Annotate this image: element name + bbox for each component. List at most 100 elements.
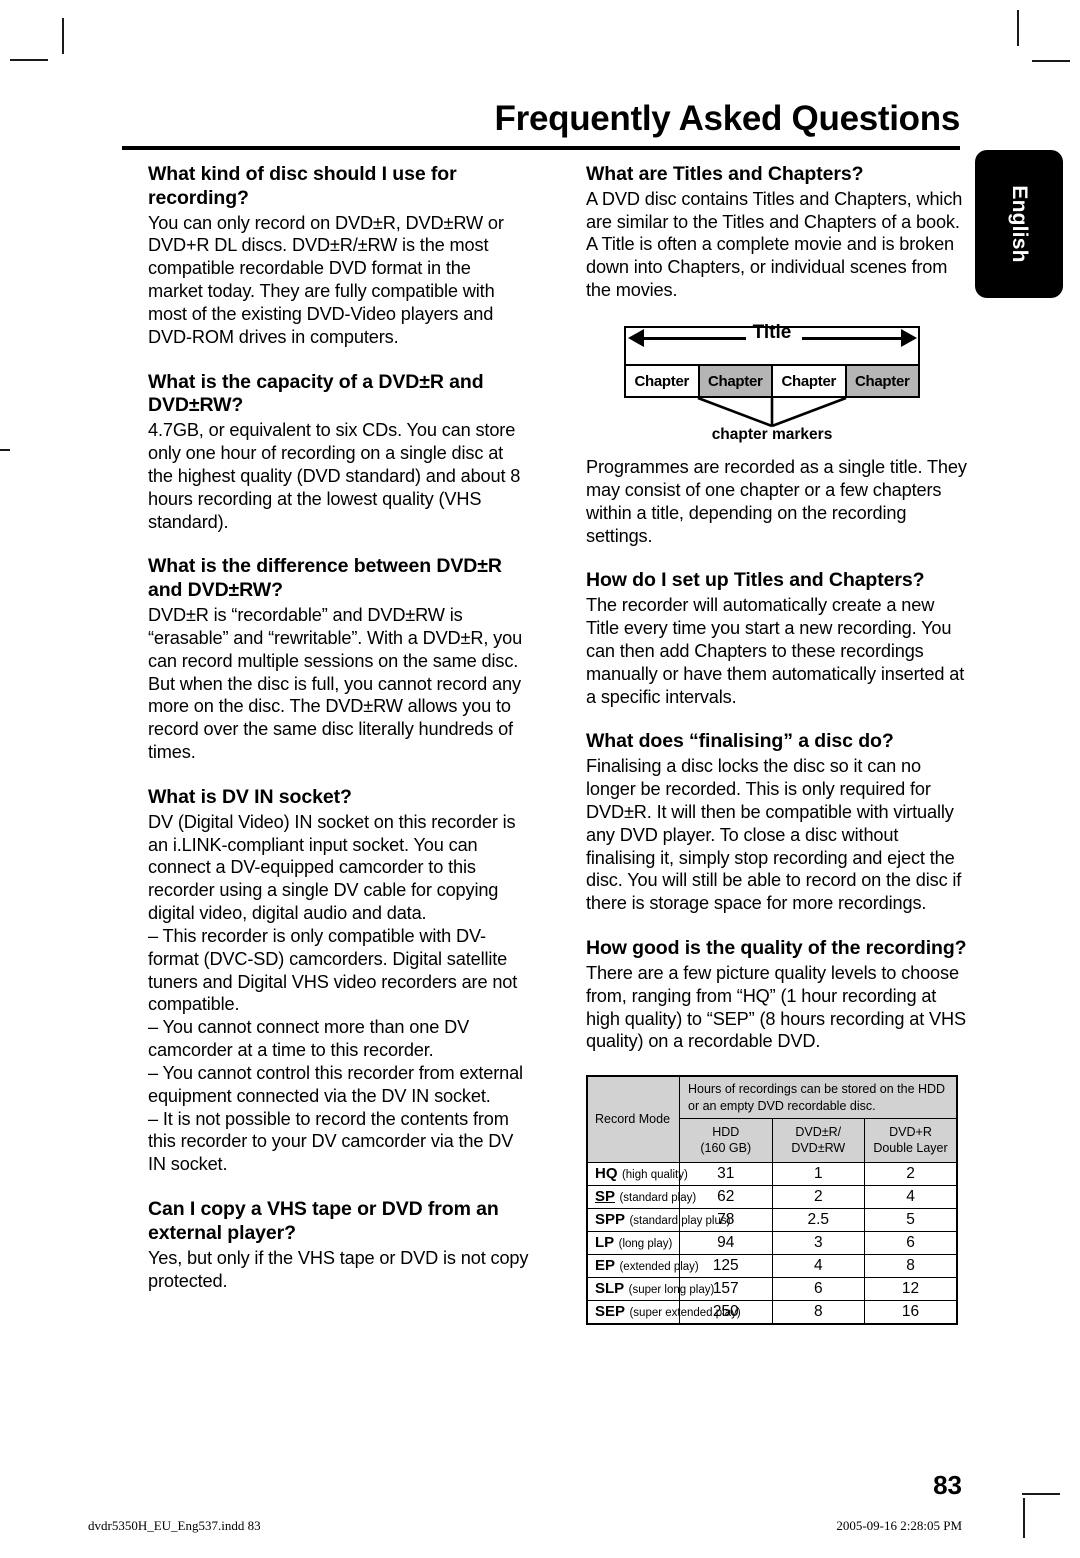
- table-cell-hdd: 31: [679, 1161, 773, 1186]
- diagram-marker-lines: [697, 396, 847, 428]
- diagram-chapter-cell: Chapter: [697, 364, 773, 398]
- footer-timestamp: 2005-09-16 2:28:05 PM: [836, 1518, 962, 1533]
- faq-question: What is the difference between DVD±R and…: [148, 555, 502, 602]
- mode-abbr: SLP: [595, 1279, 625, 1297]
- table-subheader-dvd: DVD±R/ DVD±RW: [771, 1118, 865, 1163]
- table-cell-mode: LP (long play): [586, 1230, 680, 1255]
- faq-section-disc-kind: What kind of disc should I use for recor…: [148, 163, 529, 349]
- faq-section-capacity: What is the capacity of a DVD±R and DVD±…: [148, 371, 529, 534]
- mode-full: (long play): [618, 1237, 673, 1250]
- subheader-line: DVD+R: [889, 1125, 932, 1140]
- language-tab: English: [975, 150, 1063, 298]
- table-row: SP (standard play) 62 2 4: [586, 1184, 958, 1209]
- faq-section-titles-chapters: What are Titles and Chapters? A DVD disc…: [586, 163, 967, 302]
- table-row: HQ (high quality) 31 1 2: [586, 1161, 958, 1186]
- faq-answer: There are a few picture quality levels t…: [586, 962, 966, 1052]
- table-header-record-mode: Record Mode: [586, 1075, 680, 1163]
- subheader-line: (160 GB): [700, 1141, 752, 1156]
- table-cell-mode: SP (standard play): [586, 1184, 696, 1209]
- faq-question: How do I set up Titles and Chapters?: [586, 569, 925, 592]
- diagram-chapter-cell: Chapter: [771, 364, 847, 398]
- page-title: Frequently Asked Questions: [494, 99, 961, 138]
- table-row: LP (long play) 94 3 6: [586, 1230, 958, 1255]
- footer-crop-mark-horizontal: [1022, 1493, 1060, 1495]
- subheader-line: DVD±RW: [791, 1141, 846, 1156]
- table-header-row: Record Mode Hours of recordings can be s…: [586, 1075, 958, 1163]
- table-subheader-dual-layer: DVD+R Double Layer: [864, 1118, 958, 1163]
- faq-dash-item: – You cannot connect more than one DV ca…: [148, 1017, 470, 1061]
- faq-answer: Programmes are recorded as a single titl…: [586, 457, 967, 546]
- faq-section-finalising: What does “finalising” a disc do? Finali…: [586, 730, 967, 915]
- faq-question: What kind of disc should I use for recor…: [148, 163, 457, 209]
- table-cell-dl: 4: [864, 1184, 958, 1209]
- table-cell-mode: SEP (super extended play): [586, 1299, 741, 1325]
- table-header-hours: Hours of recordings can be stored on the…: [679, 1075, 958, 1120]
- mode-full: (extended play): [619, 1260, 699, 1273]
- diagram-title-label: Title: [752, 322, 792, 343]
- subheader-line: Double Layer: [873, 1141, 948, 1156]
- faq-answer: A DVD disc contains Titles and Chapters,…: [586, 188, 963, 301]
- crop-mark-top-right-vertical: [1017, 10, 1019, 46]
- table-cell-mode: HQ (high quality): [586, 1161, 688, 1186]
- diagram-chapter-row: Chapter Chapter Chapter Chapter: [624, 364, 920, 398]
- crop-mark-top-right-horizontal: [1032, 60, 1070, 62]
- mode-abbr: HQ: [595, 1164, 618, 1182]
- table-cell-dl: 8: [864, 1253, 958, 1278]
- faq-dash-item: – It is not possible to record the conte…: [148, 1108, 514, 1175]
- diagram-arrow-right-line: [802, 337, 907, 340]
- faq-answer: DVD±R is “recordable” and DVD±RW is “era…: [148, 604, 523, 763]
- faq-section-setup-titles: How do I set up Titles and Chapters? The…: [586, 569, 967, 708]
- crop-mark-top-left-vertical: [62, 18, 64, 54]
- faq-question: What does “finalising” a disc do?: [586, 730, 894, 753]
- table-row: EP (extended play) 125 4 8: [586, 1253, 958, 1278]
- faq-answer: 4.7GB, or equivalent to six CDs. You can…: [148, 420, 521, 532]
- table-subheader-hdd: HDD (160 GB): [679, 1118, 773, 1163]
- page-number: 83: [933, 1470, 962, 1500]
- table-row: SPP (standard play plus) 78 2.5 5: [586, 1207, 958, 1232]
- diagram-arrow-right-head: [901, 329, 917, 347]
- mode-full: (super long play): [628, 1283, 715, 1296]
- footer-crop-mark-vertical: [1023, 1498, 1025, 1538]
- mode-abbr: LP: [595, 1233, 615, 1251]
- faq-answer: You can only record on DVD±R, DVD±RW or …: [148, 212, 504, 347]
- faq-answer: DV (Digital Video) IN socket on this rec…: [148, 811, 516, 924]
- mode-full: (standard play): [619, 1191, 697, 1204]
- table-cell-hdd: 94: [679, 1230, 773, 1255]
- table-cell-dvd: 3: [771, 1230, 865, 1255]
- faq-answer: Finalising a disc locks the disc so it c…: [586, 756, 962, 914]
- table-cell-dl: 6: [864, 1230, 958, 1255]
- mode-full: (standard play plus): [629, 1214, 731, 1227]
- table-cell-dvd: 4: [771, 1253, 865, 1278]
- table-cell-mode: SLP (super long play): [586, 1276, 714, 1301]
- diagram-arrow-left-head: [628, 329, 644, 347]
- table-row: SLP (super long play) 157 6 12: [586, 1276, 958, 1301]
- faq-dash-item: – This recorder is only compatible with …: [148, 925, 518, 1015]
- mode-abbr: EP: [595, 1256, 616, 1274]
- table-row: SEP (super extended play) 250 8 16: [586, 1299, 958, 1325]
- faq-dash-item: – You cannot control this recorder from …: [148, 1062, 523, 1106]
- mode-abbr: SPP: [595, 1210, 626, 1228]
- faq-section-dv-in-socket: What is DV IN socket? DV (Digital Video)…: [148, 786, 529, 1176]
- table-cell-mode: EP (extended play): [586, 1253, 699, 1278]
- faq-question: How good is the quality of the recording…: [586, 937, 967, 960]
- diagram-chapter-cell: Chapter: [844, 364, 920, 398]
- language-tab-label: English: [1008, 185, 1031, 263]
- faq-section-difference: What is the difference between DVD±R and…: [148, 555, 529, 763]
- mode-abbr: SP: [595, 1187, 616, 1205]
- record-mode-table: Record Mode Hours of recordings can be s…: [586, 1075, 958, 1325]
- subheader-line: HDD: [712, 1125, 740, 1140]
- title-chapter-diagram: Title Chapter Chapter Chapter Chapter ch…: [612, 316, 942, 450]
- table-cell-dl: 16: [864, 1299, 958, 1325]
- header-divider: [122, 146, 960, 150]
- table-cell-dvd: 1: [771, 1161, 865, 1186]
- faq-section-quality: How good is the quality of the recording…: [586, 937, 967, 1053]
- faq-answer: Yes, but only if the VHS tape or DVD is …: [148, 1247, 529, 1291]
- table-cell-dvd: 2: [771, 1184, 865, 1209]
- table-cell-dl: 5: [864, 1207, 958, 1232]
- diagram-markers-label: chapter markers: [711, 426, 833, 443]
- faq-question: What is the capacity of a DVD±R and DVD±…: [148, 370, 484, 417]
- table-cell-mode: SPP (standard play plus): [586, 1207, 730, 1232]
- faq-question: What are Titles and Chapters?: [586, 163, 864, 185]
- faq-section-copy-vhs: Can I copy a VHS tape or DVD from an ext…: [148, 1198, 529, 1292]
- document-page: Frequently Asked Questions English What …: [0, 0, 1080, 1558]
